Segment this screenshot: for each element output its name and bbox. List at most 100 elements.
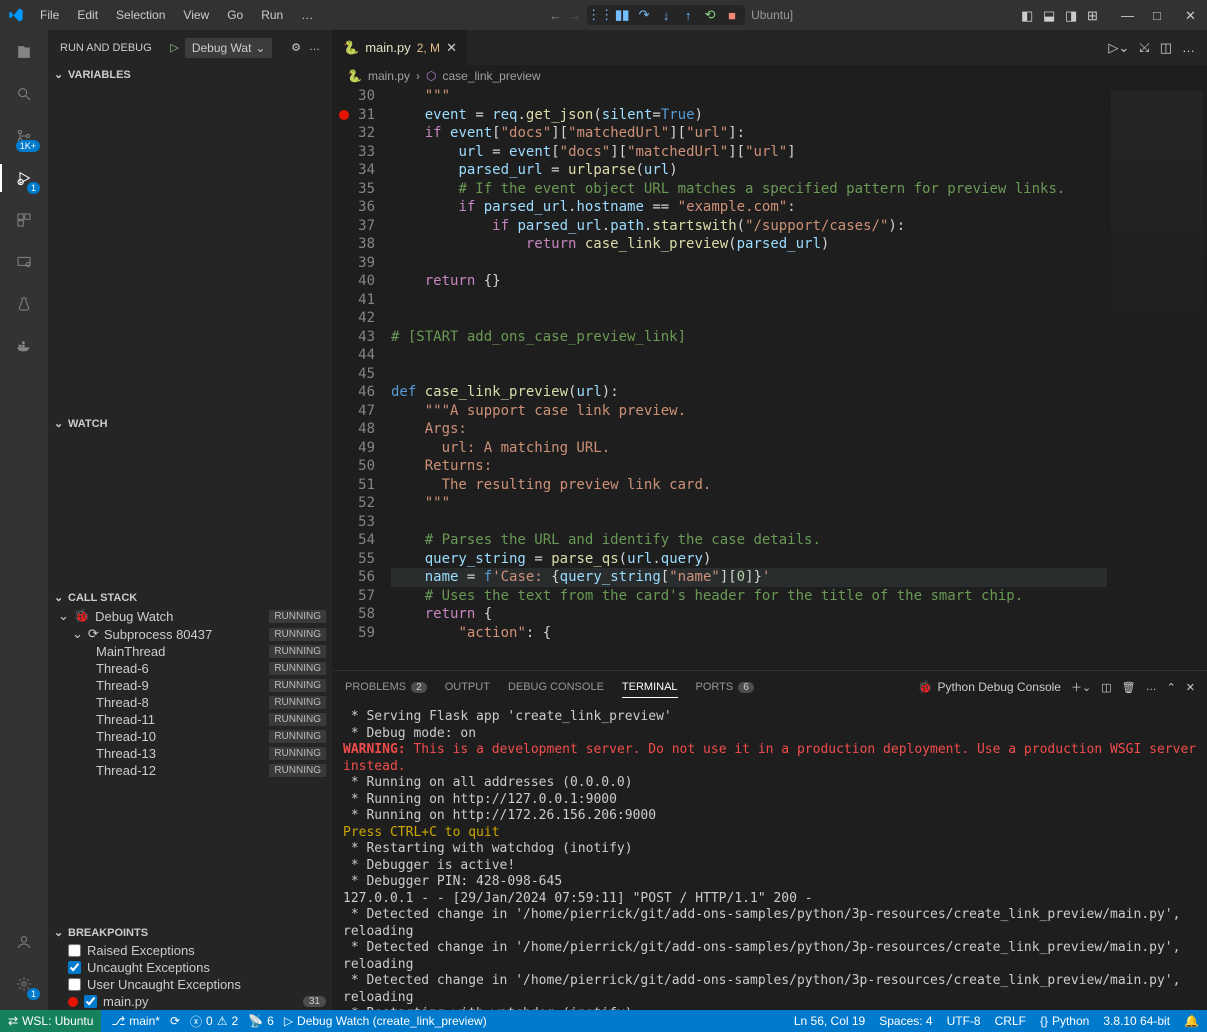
menu-view[interactable]: View: [175, 4, 217, 26]
menu-go[interactable]: Go: [219, 4, 251, 26]
layout-left-icon[interactable]: ◧: [1021, 8, 1035, 22]
status-interpreter[interactable]: 3.8.10 64-bit: [1103, 1014, 1170, 1028]
callstack-item[interactable]: Thread-10RUNNING: [48, 728, 332, 745]
breakpoints-header[interactable]: ⌄BREAKPOINTS: [48, 923, 332, 942]
variables-header[interactable]: ⌄VARIABLES: [48, 65, 332, 84]
menu-file[interactable]: File: [32, 4, 67, 26]
checkbox[interactable]: [68, 978, 81, 991]
checkbox[interactable]: [68, 961, 81, 974]
checkbox[interactable]: [68, 944, 81, 957]
callstack-item[interactable]: Thread-13RUNNING: [48, 745, 332, 762]
start-debug-icon[interactable]: ▷: [170, 41, 178, 54]
activity-explorer[interactable]: [10, 38, 38, 66]
settings-badge: 1: [27, 988, 40, 1000]
status-ports[interactable]: 📡6: [248, 1014, 274, 1028]
close-panel-icon[interactable]: ✕: [1186, 681, 1195, 694]
restart-icon[interactable]: ⟲: [703, 8, 717, 22]
status-position[interactable]: Ln 56, Col 19: [794, 1014, 865, 1028]
status-notifications[interactable]: 🔔: [1184, 1014, 1199, 1028]
gutter[interactable]: 3031323334353637383940414243444546474849…: [333, 87, 391, 670]
activity-extensions[interactable]: [10, 206, 38, 234]
editor[interactable]: 3031323334353637383940414243444546474849…: [333, 87, 1207, 670]
close-icon[interactable]: ✕: [446, 40, 457, 56]
new-terminal-icon[interactable]: ＋⌄: [1071, 679, 1091, 695]
gear-icon[interactable]: ⚙: [291, 41, 301, 54]
layout-right-icon[interactable]: ◨: [1065, 8, 1079, 22]
step-into-icon[interactable]: ↓: [659, 8, 673, 22]
maximize-icon[interactable]: □: [1153, 8, 1167, 22]
chevron-up-icon[interactable]: ⌃: [1167, 681, 1176, 694]
breadcrumb[interactable]: 🐍 main.py › ⬡ case_link_preview: [333, 65, 1207, 87]
menu-edit[interactable]: Edit: [69, 4, 106, 26]
status-spaces[interactable]: Spaces: 4: [879, 1014, 932, 1028]
menu-more[interactable]: …: [293, 4, 321, 26]
debug-config-dropdown[interactable]: Debug Wat⌄: [185, 38, 273, 58]
callstack-item[interactable]: Thread-6RUNNING: [48, 660, 332, 677]
nav-back-icon[interactable]: ←: [549, 8, 562, 23]
panel-tab-debug-console[interactable]: DEBUG CONSOLE: [508, 677, 604, 697]
watch-header[interactable]: ⌄WATCH: [48, 414, 332, 433]
callstack-item[interactable]: MainThreadRUNNING: [48, 643, 332, 660]
status-debug-target[interactable]: ▷Debug Watch (create_link_preview): [284, 1014, 487, 1028]
breadcrumb-symbol[interactable]: case_link_preview: [442, 69, 540, 83]
activity-remote[interactable]: [10, 248, 38, 276]
activity-accounts[interactable]: [10, 928, 38, 956]
layout-bottom-icon[interactable]: ⬓: [1043, 8, 1057, 22]
callstack-item[interactable]: Thread-11RUNNING: [48, 711, 332, 728]
split-terminal-icon[interactable]: ◫: [1101, 681, 1111, 694]
nav-forward-icon[interactable]: →: [568, 8, 581, 23]
stop-icon[interactable]: ■: [725, 8, 739, 22]
minimize-icon[interactable]: ―: [1121, 8, 1135, 22]
activity-source-control[interactable]: 1K+: [10, 122, 38, 150]
more-icon[interactable]: …: [1146, 681, 1157, 693]
compare-icon[interactable]: ⤩: [1139, 40, 1149, 56]
terminal-title[interactable]: 🐞Python Debug Console: [918, 680, 1061, 694]
status-language[interactable]: {}Python: [1040, 1014, 1089, 1028]
kill-terminal-icon[interactable]: 🗑: [1122, 681, 1136, 694]
menu-run[interactable]: Run: [253, 4, 291, 26]
status-problems[interactable]: ⓧ0 ⚠2: [190, 1013, 238, 1030]
activity-testing[interactable]: [10, 290, 38, 318]
terminal[interactable]: * Serving Flask app 'create_link_preview…: [333, 703, 1207, 1010]
activity-search[interactable]: [10, 80, 38, 108]
breakpoint-file[interactable]: main.py31: [48, 993, 332, 1010]
callstack-header[interactable]: ⌄CALL STACK: [48, 588, 332, 607]
layout-customize-icon[interactable]: ⊞: [1087, 8, 1101, 22]
more-icon[interactable]: …: [309, 41, 320, 54]
split-editor-icon[interactable]: ◫: [1160, 40, 1172, 56]
activity-docker[interactable]: [10, 332, 38, 360]
breakpoint-item[interactable]: Raised Exceptions: [48, 942, 332, 959]
callstack-item[interactable]: ⌄⟳Subprocess 80437RUNNING: [48, 625, 332, 643]
run-play-icon[interactable]: ▷⌄: [1108, 40, 1129, 56]
checkbox[interactable]: [84, 995, 97, 1008]
drag-handle-icon[interactable]: ⋮⋮: [593, 8, 607, 22]
more-icon[interactable]: …: [1182, 40, 1195, 56]
status-remote[interactable]: ⇄WSL: Ubuntu: [0, 1010, 101, 1032]
tab-main-py[interactable]: 🐍 main.py 2, M ✕: [333, 30, 468, 65]
breadcrumb-file[interactable]: main.py: [368, 69, 410, 83]
status-eol[interactable]: CRLF: [995, 1014, 1026, 1028]
breakpoint-item[interactable]: User Uncaught Exceptions: [48, 976, 332, 993]
status-badge: RUNNING: [269, 628, 326, 641]
callstack-item[interactable]: Thread-12RUNNING: [48, 762, 332, 779]
status-branch[interactable]: ⎇main*: [111, 1014, 160, 1028]
callstack-item[interactable]: Thread-8RUNNING: [48, 694, 332, 711]
breakpoint-item[interactable]: Uncaught Exceptions: [48, 959, 332, 976]
minimap[interactable]: [1107, 87, 1207, 670]
step-over-icon[interactable]: ↷: [637, 8, 651, 22]
panel-tab-terminal[interactable]: TERMINAL: [622, 677, 678, 698]
step-out-icon[interactable]: ↑: [681, 8, 695, 22]
code-area[interactable]: """ event = req.get_json(silent=True) if…: [391, 87, 1107, 670]
callstack-item[interactable]: ⌄🐞Debug WatchRUNNING: [48, 607, 332, 625]
activity-debug[interactable]: 1: [10, 164, 38, 192]
panel-tab-output[interactable]: OUTPUT: [445, 677, 490, 697]
status-encoding[interactable]: UTF-8: [947, 1014, 981, 1028]
close-icon[interactable]: ✕: [1185, 8, 1199, 22]
panel-tab-problems[interactable]: PROBLEMS2: [345, 677, 427, 697]
activity-settings[interactable]: 1: [10, 970, 38, 998]
menu-selection[interactable]: Selection: [108, 4, 173, 26]
callstack-item[interactable]: Thread-9RUNNING: [48, 677, 332, 694]
status-sync[interactable]: ⟳: [170, 1014, 180, 1028]
pause-icon[interactable]: ▮▮: [615, 8, 629, 22]
panel-tab-ports[interactable]: PORTS6: [696, 677, 754, 697]
